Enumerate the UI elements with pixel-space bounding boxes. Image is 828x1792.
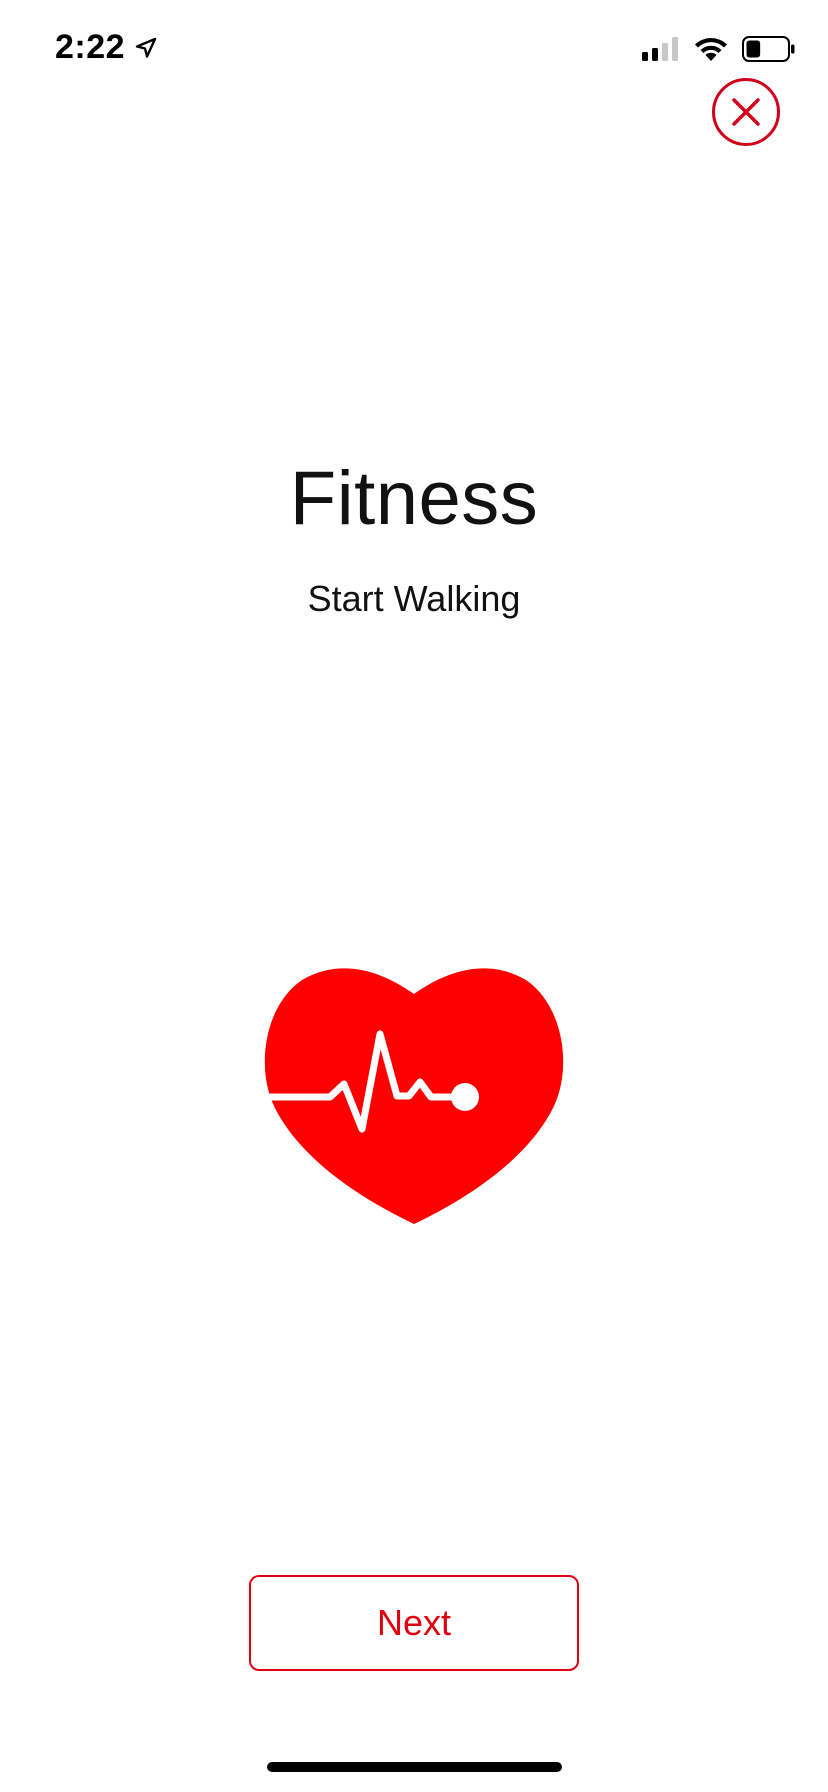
wifi-icon [695, 38, 727, 61]
heart-pulse-icon [264, 968, 564, 1224]
status-bar: 2:22 [0, 0, 828, 100]
page-title: Fitness [289, 456, 539, 541]
cellular-signal-icon [642, 37, 678, 61]
next-button[interactable]: Next [249, 1575, 579, 1671]
heart-pulse-illustration [262, 966, 566, 1224]
status-indicators [642, 36, 796, 62]
home-indicator[interactable] [267, 1762, 562, 1772]
location-arrow-icon [135, 37, 157, 58]
close-button[interactable] [712, 78, 780, 146]
close-icon [732, 98, 760, 126]
battery-icon [742, 36, 795, 62]
status-time: 2:22 [55, 28, 126, 66]
page-subtitle: Start Walking [307, 578, 521, 619]
status-time-group: 2:22 [55, 28, 157, 67]
